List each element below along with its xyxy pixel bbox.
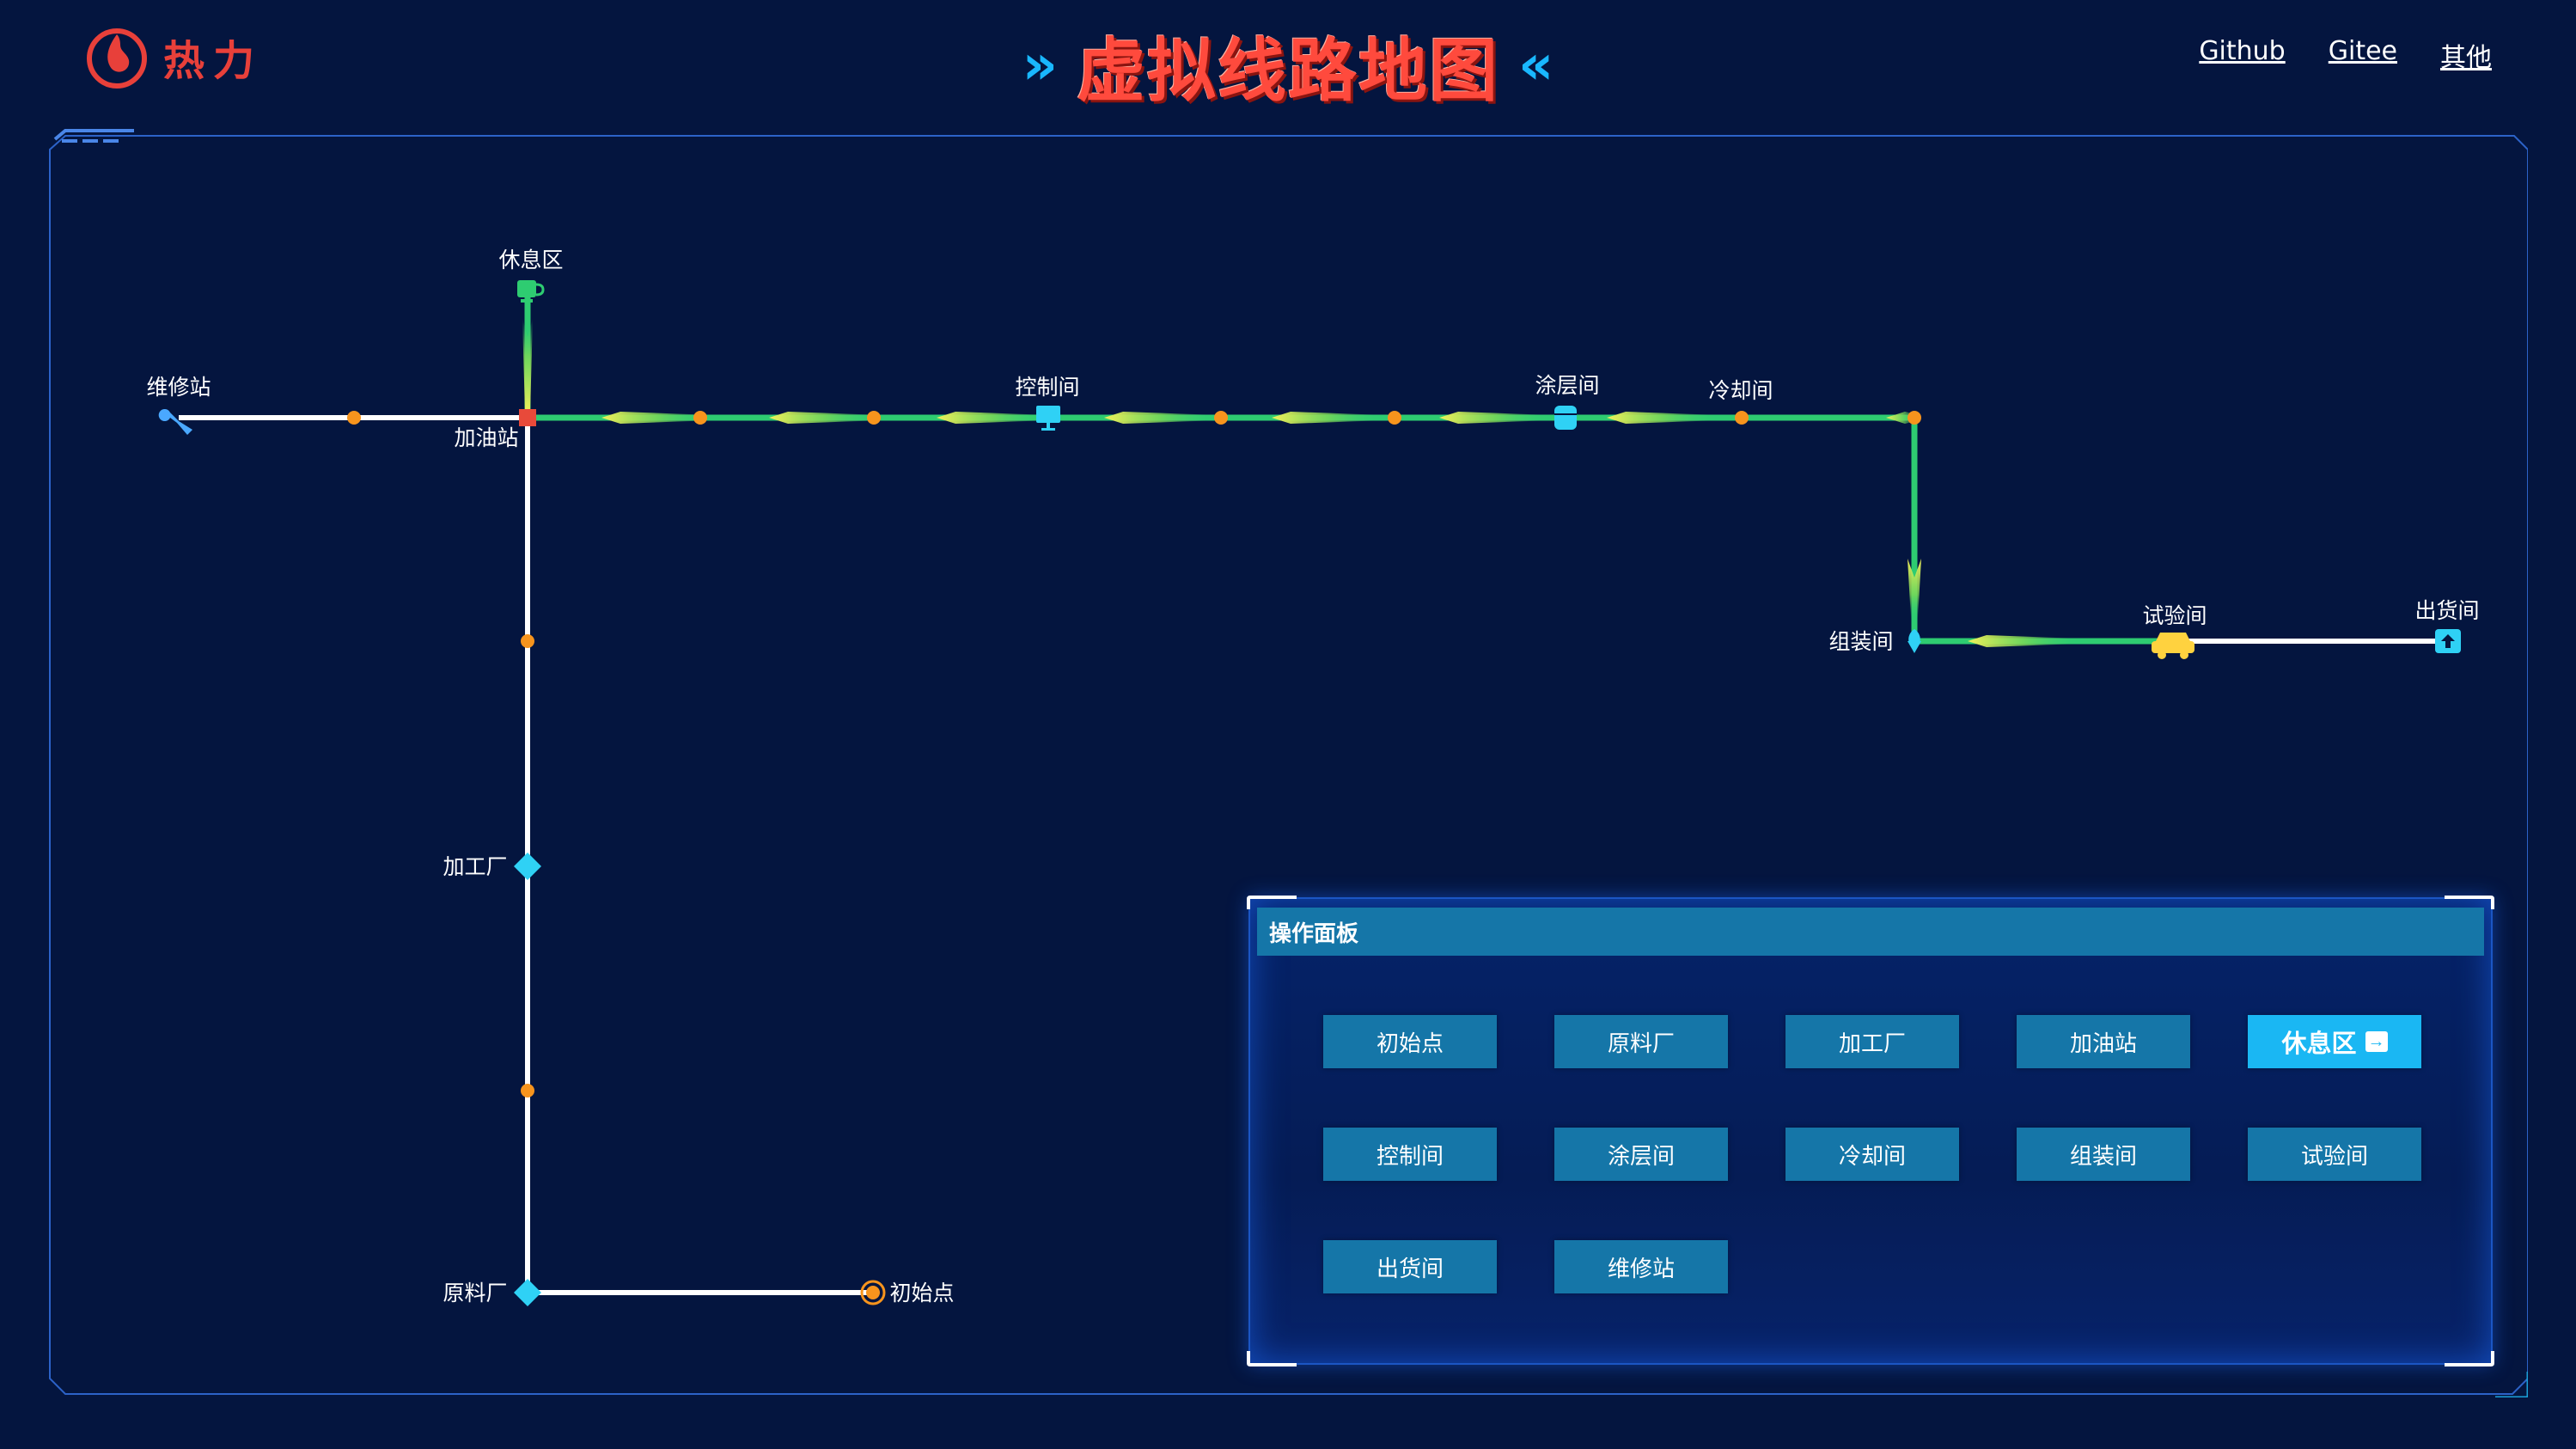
panel-header: 操作面板	[1257, 908, 2484, 956]
monitor-icon[interactable]	[1036, 406, 1060, 431]
goto-start-button[interactable]: 初始点	[1323, 1015, 1497, 1068]
cup-icon[interactable]	[517, 280, 545, 303]
goto-coating-button[interactable]: 涂层间	[1554, 1128, 1728, 1181]
car-icon[interactable]	[2152, 633, 2194, 659]
goto-fuel-button[interactable]: 加油站	[2017, 1015, 2190, 1068]
operation-panel: 操作面板 初始点 原料厂 加工厂 加油站 休息区 → 控制间 涂层间 冷却间 组…	[1247, 896, 2494, 1366]
corner-decor	[2445, 1351, 2494, 1366]
node-label-cooling: 冷却间	[1708, 378, 1773, 403]
node-label-start: 初始点	[889, 1281, 955, 1305]
node-label-fuel: 加油站	[454, 425, 519, 450]
shipping-box-icon[interactable]	[2435, 629, 2461, 653]
node-label-assembly: 组装间	[1828, 629, 1894, 654]
panel-title: 操作面板	[1269, 920, 1359, 947]
goto-shipping-button[interactable]: 出货间	[1323, 1240, 1497, 1293]
assembly-marker-icon[interactable]	[1908, 629, 1921, 653]
node-label-rest: 休息区	[498, 248, 564, 272]
node-label-raw: 原料厂	[443, 1281, 508, 1305]
goto-control-button[interactable]: 控制间	[1323, 1128, 1497, 1181]
node-label-processing: 加工厂	[443, 854, 508, 879]
node-label-shipping: 出货间	[2414, 598, 2480, 623]
goto-assembly-button[interactable]: 组装间	[2017, 1128, 2190, 1181]
node-label-test: 试验间	[2142, 603, 2207, 628]
goto-rest-label: 休息区	[2281, 1030, 2357, 1058]
goto-processing-button[interactable]: 加工厂	[1785, 1015, 1959, 1068]
node-label-control: 控制间	[1015, 375, 1080, 400]
node-label-repair: 维修站	[146, 375, 211, 400]
goto-rest-button[interactable]: 休息区 →	[2248, 1015, 2421, 1068]
flow-streaks	[522, 318, 2081, 647]
goto-raw-button[interactable]: 原料厂	[1554, 1015, 1728, 1068]
barrel-icon[interactable]	[1554, 406, 1577, 430]
corner-decor	[1247, 1351, 1297, 1366]
goto-repair-button[interactable]: 维修站	[1554, 1240, 1728, 1293]
raw-material-diamond-icon[interactable]	[514, 1279, 541, 1306]
active-route	[524, 289, 2174, 645]
wrench-icon[interactable]	[158, 409, 192, 435]
processing-diamond-icon[interactable]	[514, 853, 541, 880]
node-label-coating: 涂层间	[1535, 373, 1600, 398]
goto-test-button[interactable]: 试验间	[2248, 1128, 2421, 1181]
arrow-right-icon: →	[2365, 1031, 2388, 1052]
fuel-station-marker[interactable]	[519, 409, 536, 426]
goto-cooling-button[interactable]: 冷却间	[1785, 1128, 1959, 1181]
